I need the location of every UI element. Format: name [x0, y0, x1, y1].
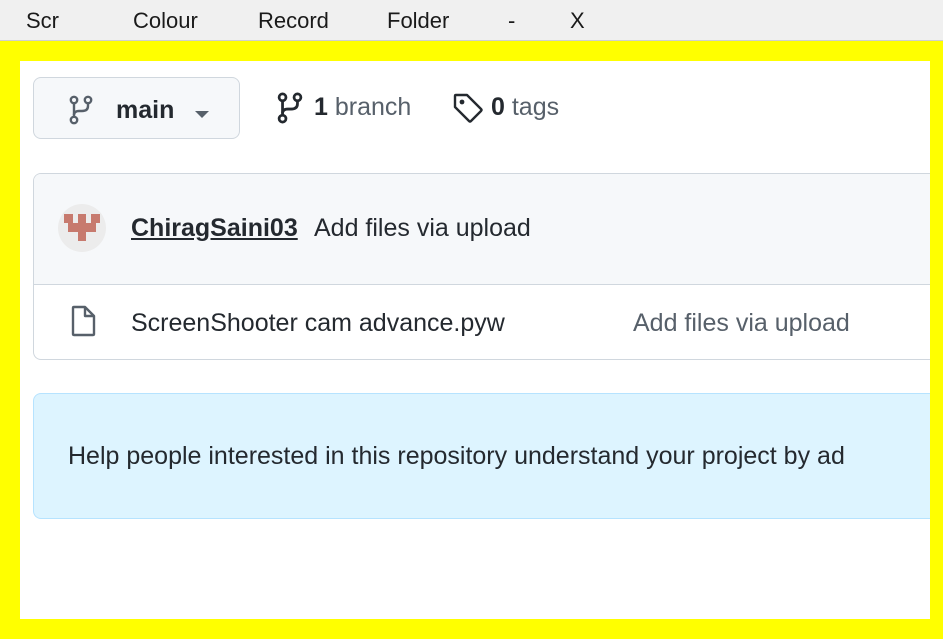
branch-label: branch	[334, 93, 412, 121]
tag-count: 0	[491, 93, 505, 121]
menu-folder[interactable]: Folder	[387, 8, 449, 34]
git-branch-icon	[276, 92, 304, 131]
tag-label: tags	[511, 93, 560, 121]
file-listing: ChiragSaini03 Add files via upload Scree…	[33, 173, 930, 360]
branch-name: main	[116, 96, 175, 124]
branch-select-button[interactable]: main	[33, 77, 240, 139]
git-branch-icon	[68, 95, 94, 130]
readme-help-banner: Help people interested in this repositor…	[33, 393, 930, 519]
commit-message[interactable]: Add files via upload	[314, 214, 531, 243]
menu-scr[interactable]: Scr	[26, 8, 59, 34]
readme-help-text: Help people interested in this repositor…	[68, 442, 845, 470]
file-commit-message[interactable]: Add files via upload	[633, 309, 850, 338]
file-name-link[interactable]: ScreenShooter cam advance.pyw	[131, 309, 505, 338]
file-icon	[70, 305, 96, 342]
branch-count: 1	[314, 93, 328, 121]
close-button[interactable]: X	[570, 8, 585, 34]
latest-commit-row: ChiragSaini03 Add files via upload	[34, 174, 930, 285]
commit-author-link[interactable]: ChiragSaini03	[131, 214, 298, 243]
menu-record[interactable]: Record	[258, 8, 329, 34]
captured-region: main 1 branch 0 tags ChiragSaini03 Add f…	[20, 61, 930, 619]
file-row[interactable]: ScreenShooter cam advance.pyw Add files …	[34, 285, 930, 359]
tag-icon	[452, 92, 484, 131]
minimize-button[interactable]: -	[508, 8, 515, 34]
chevron-down-icon	[194, 107, 210, 125]
menu-colour[interactable]: Colour	[133, 8, 198, 34]
app-menu-bar: Scr Colour Record Folder - X	[0, 0, 943, 41]
identicon-avatar[interactable]	[58, 204, 106, 252]
